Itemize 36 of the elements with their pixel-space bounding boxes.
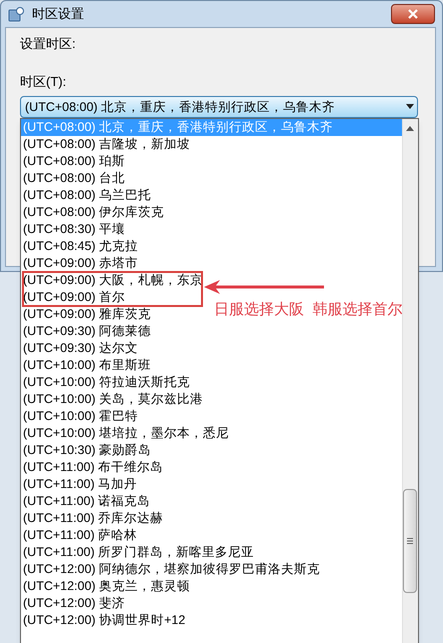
window-title: 时区设置 (32, 5, 84, 24)
timezone-option[interactable]: (UTC+09:00) 赤塔市 (21, 255, 402, 272)
timezone-option[interactable]: (UTC+08:00) 伊尔库茨克 (21, 204, 402, 221)
timezone-option[interactable]: (UTC+08:00) 台北 (21, 170, 402, 187)
timezone-option[interactable]: (UTC+08:00) 珀斯 (21, 153, 402, 170)
timezone-option[interactable]: (UTC+11:00) 萨哈林 (21, 527, 402, 544)
timezone-option[interactable]: (UTC+12:00) 斐济 (21, 595, 402, 612)
section-label: 设置时区: (20, 35, 76, 53)
close-button[interactable] (391, 4, 435, 24)
timezone-option[interactable]: (UTC+08:00) 吉隆坡，新加坡 (21, 136, 402, 153)
timezone-option[interactable]: (UTC+09:30) 达尔文 (21, 340, 402, 357)
timezone-option[interactable]: (UTC+12:00) 奥克兰，惠灵顿 (21, 578, 402, 595)
timezone-option[interactable]: (UTC+09:30) 阿德莱德 (21, 323, 402, 340)
timezone-option[interactable]: (UTC+10:00) 霍巴特 (21, 408, 402, 425)
timezone-option[interactable]: (UTC+11:00) 乔库尔达赫 (21, 510, 402, 527)
timezone-option[interactable]: (UTC+12:00) 协调世界时+12 (21, 612, 402, 629)
timezone-option[interactable]: (UTC+11:00) 诺福克岛 (21, 493, 402, 510)
timezone-option[interactable]: (UTC+08:30) 平壤 (21, 221, 402, 238)
timezone-option[interactable]: (UTC+11:00) 所罗门群岛，新喀里多尼亚 (21, 544, 402, 561)
timezone-option[interactable]: (UTC+08:00) 乌兰巴托 (21, 187, 402, 204)
field-label: 时区(T): (20, 73, 66, 91)
scrollbar-thumb[interactable] (403, 489, 417, 593)
timezone-option[interactable]: (UTC+12:00) 阿纳德尔，堪察加彼得罗巴甫洛夫斯克 (21, 561, 402, 578)
timezone-option[interactable]: (UTC+10:00) 符拉迪沃斯托克 (21, 374, 402, 391)
caret-icon (406, 104, 414, 109)
timezone-option[interactable]: (UTC+11:00) 马加丹 (21, 476, 402, 493)
timezone-option[interactable]: (UTC+11:00) 布干维尔岛 (21, 459, 402, 476)
timezone-option[interactable]: (UTC+08:45) 尤克拉 (21, 238, 402, 255)
scroll-up-icon[interactable] (406, 126, 414, 131)
timezone-option[interactable]: (UTC+10:00) 关岛，莫尔兹比港 (21, 391, 402, 408)
close-icon (408, 9, 418, 19)
timezone-option[interactable]: (UTC+10:30) 豪勋爵岛 (21, 442, 402, 459)
timezone-option[interactable]: (UTC+10:00) 堪培拉，墨尔本，悉尼 (21, 425, 402, 442)
timezone-option[interactable]: (UTC+10:00) 布里斯班 (21, 357, 402, 374)
grip-icon (407, 538, 413, 544)
timezone-dropdown[interactable]: (UTC+08:00) 北京，重庆，香港特别行政区，乌鲁木齐 (20, 96, 418, 118)
